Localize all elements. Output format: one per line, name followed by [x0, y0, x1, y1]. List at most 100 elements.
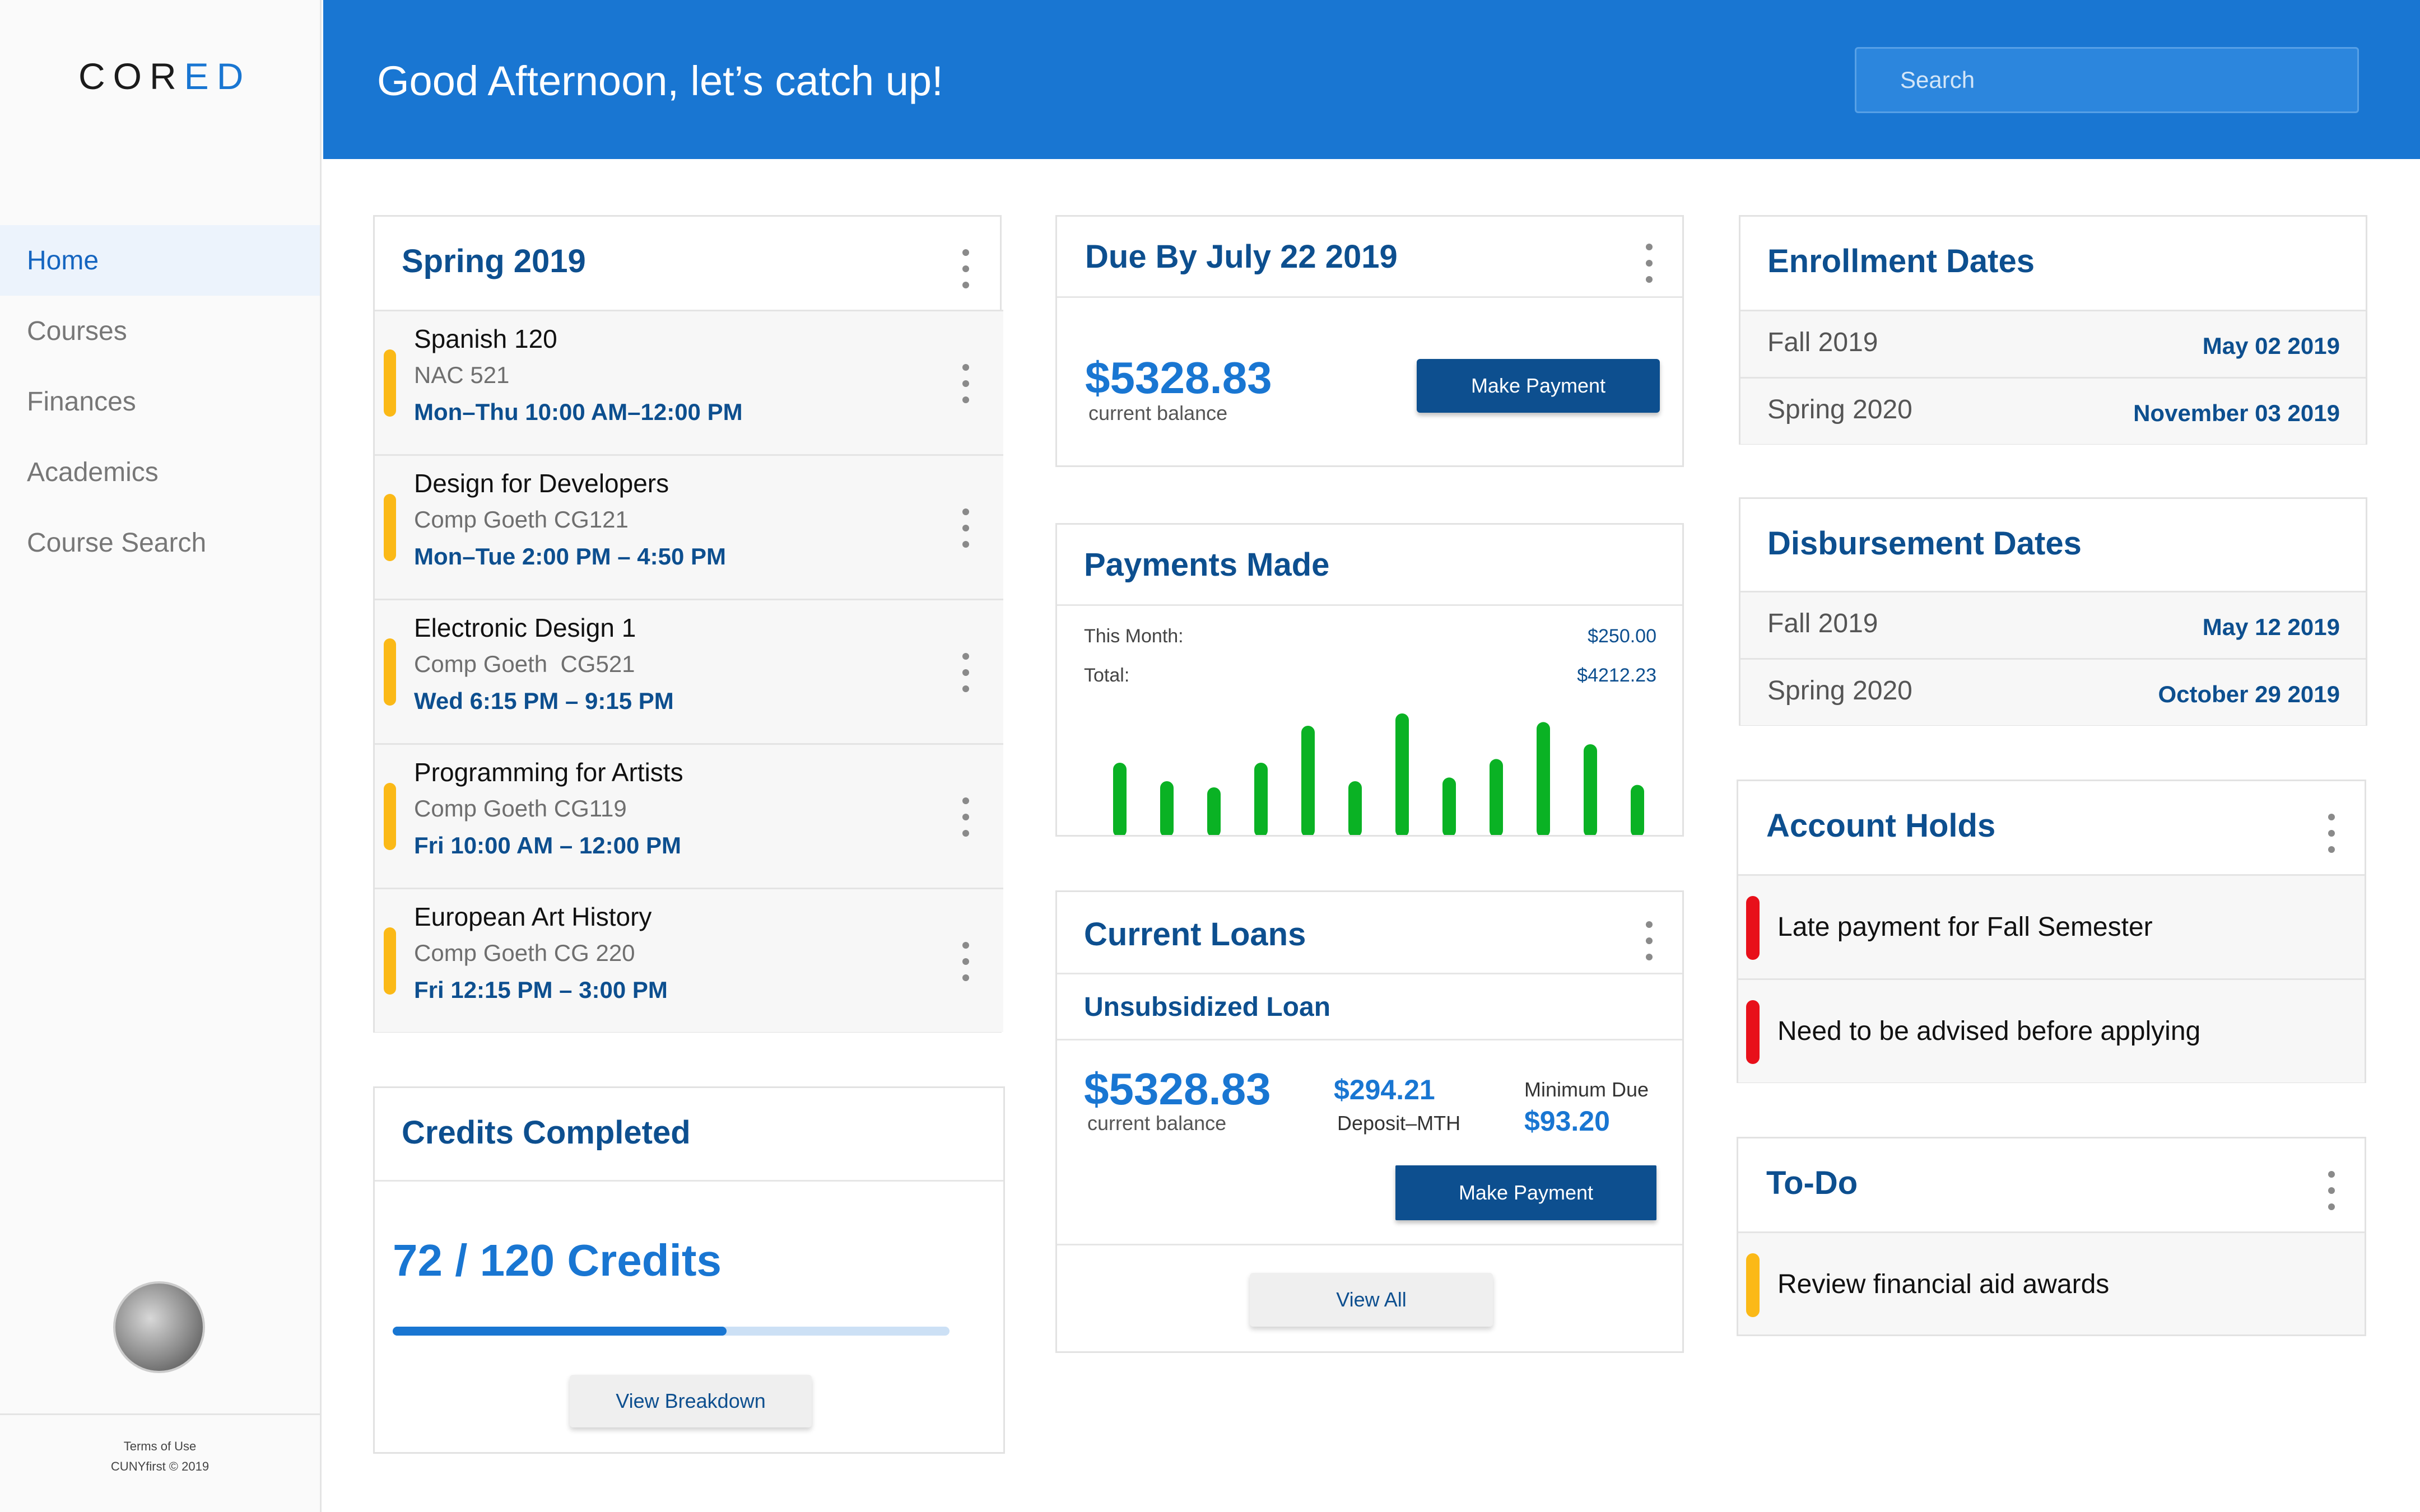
copyright-text: CUNYfirst © 2019 — [110, 1459, 210, 1473]
enrollment-row: Fall 2019 May 02 2019 — [1740, 310, 2366, 377]
course-menu-icon[interactable] — [962, 942, 970, 981]
course-row[interactable]: Spanish 120 NAC 521 Mon–Thu 10:00 AM–12:… — [375, 310, 1003, 454]
disbursement-card: Disbursement Dates Fall 2019 May 12 2019… — [1739, 497, 2367, 726]
sidebar-item-label: Home — [27, 245, 99, 276]
course-name: Programming for Artists — [414, 758, 683, 787]
course-row[interactable]: Design for Developers Comp Goeth CG121 M… — [375, 454, 1003, 599]
view-breakdown-button[interactable]: View Breakdown — [570, 1375, 812, 1427]
payment-bar — [1207, 787, 1221, 835]
sidebar-item-courses[interactable]: Courses — [0, 296, 320, 366]
credits-progress-track — [393, 1327, 950, 1336]
make-payment-button[interactable]: Make Payment — [1417, 359, 1660, 413]
course-room: NAC 521 — [414, 362, 510, 388]
hold-text: Late payment for Fall Semester — [1777, 912, 2153, 942]
app-logo[interactable]: CORED — [78, 55, 251, 97]
payment-bar — [1348, 781, 1362, 835]
view-all-loans-button[interactable]: View All — [1250, 1273, 1493, 1327]
minimum-due-value: $93.20 — [1524, 1105, 1610, 1137]
payment-bar — [1395, 713, 1409, 835]
schedule-title: Spring 2019 — [402, 243, 586, 279]
course-indicator — [384, 638, 396, 706]
loans-menu-icon[interactable] — [1645, 921, 1653, 960]
course-row[interactable]: Programming for Artists Comp Goeth CG119… — [375, 743, 1003, 888]
hold-indicator — [1746, 896, 1760, 960]
search-input[interactable] — [1855, 47, 2359, 113]
payments-card: Payments Made This Month: $250.00 Total:… — [1055, 523, 1684, 837]
loan-make-payment-button[interactable]: Make Payment — [1395, 1165, 1656, 1220]
hold-item[interactable]: Need to be advised before applying — [1738, 978, 2365, 1082]
schedule-menu-icon[interactable] — [962, 249, 970, 288]
enrollment-date: May 02 2019 — [2202, 333, 2340, 359]
sidebar-item-label: Course Search — [27, 528, 207, 558]
logo-text-right: ED — [184, 55, 252, 97]
enrollment-card-header: Enrollment Dates — [1740, 217, 2366, 310]
schedule-card-header: Spring 2019 — [375, 217, 1000, 310]
hold-indicator — [1746, 1000, 1760, 1064]
total-label: Total: — [1084, 665, 1130, 686]
disbursement-row: Fall 2019 May 12 2019 — [1740, 591, 2366, 658]
todo-title: To-Do — [1766, 1165, 1858, 1201]
due-card: Due By July 22 2019 $5328.83 current bal… — [1055, 215, 1684, 467]
sidebar-item-home[interactable]: Home — [0, 225, 320, 296]
loan-type: Unsubsidized Loan — [1084, 992, 1331, 1022]
payment-bar — [1301, 726, 1315, 835]
course-row[interactable]: European Art History Comp Goeth CG 220 F… — [375, 888, 1003, 1032]
todo-text: Review financial aid awards — [1777, 1270, 2110, 1299]
disbursement-row: Spring 2020 October 29 2019 — [1740, 658, 2366, 725]
due-caption: current balance — [1088, 402, 1228, 424]
terms-of-use-link[interactable]: Terms of Use — [0, 1436, 320, 1457]
disbursement-term: Fall 2019 — [1767, 609, 1878, 638]
divider — [375, 1180, 1003, 1182]
course-name: European Art History — [414, 902, 652, 931]
sidebar-item-course-search[interactable]: Course Search — [0, 507, 320, 578]
course-time: Fri 12:15 PM – 3:00 PM — [414, 977, 668, 1003]
loan-caption: current balance — [1087, 1112, 1227, 1135]
course-name: Spanish 120 — [414, 324, 557, 353]
course-indicator — [384, 783, 396, 850]
course-menu-icon[interactable] — [962, 653, 970, 692]
avatar[interactable] — [113, 1281, 205, 1373]
course-row[interactable]: Electronic Design 1 Comp Goeth CG521 Wed… — [375, 599, 1003, 743]
payment-bar — [1631, 785, 1644, 835]
logo-text-left: COR — [78, 55, 184, 97]
payment-bar — [1113, 763, 1127, 835]
this-month-label: This Month: — [1084, 626, 1184, 647]
minimum-due-label: Minimum Due — [1524, 1078, 1649, 1101]
divider — [1057, 973, 1682, 974]
hold-item[interactable]: Late payment for Fall Semester — [1738, 874, 2365, 978]
payment-bar — [1537, 722, 1550, 835]
sidebar-item-finances[interactable]: Finances — [0, 366, 320, 437]
enrollment-title: Enrollment Dates — [1767, 243, 2035, 279]
sidebar-item-label: Courses — [27, 316, 127, 346]
enrollment-card: Enrollment Dates Fall 2019 May 02 2019 S… — [1739, 215, 2367, 445]
divider — [1057, 296, 1682, 298]
payment-bar — [1490, 759, 1503, 835]
course-menu-icon[interactable] — [962, 797, 970, 837]
course-time: Wed 6:15 PM – 9:15 PM — [414, 688, 674, 714]
holds-menu-icon[interactable] — [2328, 814, 2335, 853]
course-indicator — [384, 494, 396, 561]
credits-value: 72 / 120 Credits — [393, 1235, 722, 1285]
course-menu-icon[interactable] — [962, 364, 970, 403]
sidebar-footer: Terms of Use CUNYfirst © 2019 — [0, 1413, 320, 1512]
credits-title: Credits Completed — [402, 1114, 691, 1151]
todo-card-header: To-Do — [1738, 1138, 2365, 1231]
due-menu-icon[interactable] — [1645, 244, 1653, 283]
course-time: Fri 10:00 AM – 12:00 PM — [414, 832, 681, 858]
this-month-value: $250.00 — [1588, 626, 1656, 647]
enrollment-date: November 03 2019 — [2133, 400, 2340, 426]
course-menu-icon[interactable] — [962, 508, 970, 548]
sidebar-item-academics[interactable]: Academics — [0, 437, 320, 507]
course-room: Comp Goeth CG 220 — [414, 940, 635, 966]
sidebar-item-label: Finances — [27, 386, 136, 417]
due-title: Due By July 22 2019 — [1085, 239, 1398, 275]
todo-item[interactable]: Review financial aid awards — [1738, 1231, 2365, 1334]
enrollment-term: Fall 2019 — [1767, 328, 1878, 357]
todo-menu-icon[interactable] — [2328, 1171, 2335, 1210]
payment-bar — [1254, 763, 1268, 835]
divider — [1057, 604, 1682, 606]
disbursement-title: Disbursement Dates — [1767, 525, 2082, 562]
payment-bar — [1584, 744, 1597, 835]
todo-card: To-Do Review financial aid awards — [1737, 1137, 2366, 1336]
holds-card: Account Holds Late payment for Fall Seme… — [1737, 780, 2366, 1083]
